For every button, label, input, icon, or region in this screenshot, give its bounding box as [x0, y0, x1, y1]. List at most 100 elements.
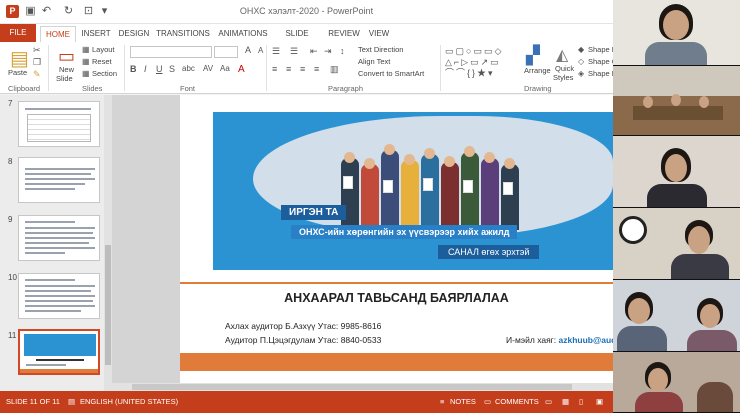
- tab-view[interactable]: VIEW: [364, 26, 394, 42]
- thumbnail-scrollbar[interactable]: [104, 95, 112, 391]
- participant-face: [688, 226, 710, 254]
- person-head: [464, 146, 475, 157]
- tab-home[interactable]: HOME: [40, 26, 76, 42]
- thumbnail-text-line: [25, 232, 93, 234]
- new-slide-icon[interactable]: ▭: [58, 46, 75, 67]
- strikethrough-icon[interactable]: abc: [182, 64, 195, 73]
- shape-outline-icon: ◇: [578, 57, 585, 66]
- language-status[interactable]: ENGLISH (UNITED STATES): [80, 397, 178, 406]
- participant-body: [617, 326, 667, 351]
- spellcheck-icon[interactable]: ▤: [68, 397, 75, 406]
- paste-button[interactable]: Paste: [8, 68, 27, 77]
- current-slide[interactable]: ИРГЭН ТА ОНХС-ийн хөрөнгийн эх үүсвэрээр…: [180, 95, 613, 383]
- slide-thumbnail-9[interactable]: [18, 215, 100, 261]
- participant-video-tile[interactable]: [613, 208, 740, 280]
- quick-styles-icon[interactable]: ◭: [556, 45, 568, 65]
- participant-video-tile[interactable]: [613, 136, 740, 208]
- align-center-icon[interactable]: ≡: [286, 64, 291, 74]
- increase-indent-icon[interactable]: ⇥: [324, 46, 332, 57]
- arrange-icon[interactable]: ▞: [526, 45, 540, 66]
- separator: [440, 45, 441, 91]
- banner-title: ИРГЭН ТА: [281, 205, 347, 220]
- new-slide-label-1[interactable]: New: [59, 65, 74, 74]
- numbering-icon[interactable]: ☰: [290, 46, 298, 57]
- thumbnail-text-line: [25, 108, 91, 110]
- editor-horizontal-scrollbar[interactable]: [112, 383, 613, 391]
- shadow-icon[interactable]: S: [169, 64, 175, 74]
- person-figure: [481, 158, 499, 230]
- slide-count: SLIDE 11 OF 11: [6, 397, 60, 406]
- change-case-icon[interactable]: Aa: [220, 64, 230, 73]
- bold-icon[interactable]: B: [130, 64, 137, 74]
- quick-styles-label-1[interactable]: Quick: [555, 64, 574, 73]
- character-spacing-icon[interactable]: AV: [203, 64, 213, 73]
- thumbnail-scrollbar-handle[interactable]: [105, 245, 111, 365]
- format-painter-icon[interactable]: ✎: [33, 69, 41, 80]
- layout-button[interactable]: Layout: [92, 45, 115, 54]
- columns-icon[interactable]: ▥: [330, 64, 339, 75]
- person-figure: [421, 154, 439, 230]
- title-bar: P ▣ ↶ ↻ ⊡ ▾ ОНХС хэлэлт-2020 - PowerPoin…: [0, 0, 613, 24]
- thumbnail-text-line: [25, 227, 95, 229]
- ribbon: ▤ Paste ✂ ❐ ✎ Clipboard ▭ New Slide ▦ La…: [0, 42, 618, 94]
- shapes-gallery[interactable]: ▭▢○▭▭◇ △⌐▷▭↗▭ ⌒⌒{}★▾: [445, 46, 519, 80]
- underline-icon[interactable]: U: [156, 64, 163, 74]
- participant-face: [699, 96, 709, 108]
- arrange-button[interactable]: Arrange: [524, 66, 551, 75]
- cut-icon[interactable]: ✂: [33, 45, 41, 56]
- copy-icon[interactable]: ❐: [33, 57, 41, 68]
- slide-sorter-icon[interactable]: ▦: [562, 397, 569, 406]
- section-button[interactable]: Section: [92, 69, 117, 78]
- person-head: [344, 152, 355, 163]
- reset-button[interactable]: Reset: [92, 57, 112, 66]
- align-left-icon[interactable]: ≡: [272, 64, 277, 74]
- tab-animations[interactable]: ANIMATIONS: [214, 26, 272, 42]
- thumbnail-number: 8: [8, 157, 13, 166]
- participant-video-tile[interactable]: [613, 352, 740, 413]
- normal-view-icon[interactable]: ▭: [545, 397, 552, 406]
- slide-thumbnail-8[interactable]: [18, 157, 100, 203]
- reading-view-icon[interactable]: ▯: [579, 397, 583, 406]
- new-slide-label-2[interactable]: Slide: [56, 74, 73, 83]
- section-icon: ▦: [82, 69, 90, 78]
- thumbnail-text-line: [25, 168, 95, 170]
- notes-button[interactable]: NOTES: [450, 397, 476, 406]
- font-family-dropdown[interactable]: [130, 46, 212, 58]
- decrease-font-icon[interactable]: A: [258, 46, 263, 55]
- slide-thumbnail-10[interactable]: [18, 273, 100, 319]
- bullets-icon[interactable]: ☰: [272, 46, 280, 57]
- meeting-table: [633, 106, 723, 120]
- participant-video-tile[interactable]: [613, 0, 740, 66]
- tab-file[interactable]: FILE: [0, 24, 36, 42]
- font-size-dropdown[interactable]: [214, 46, 238, 58]
- participant-video-tile[interactable]: [613, 66, 740, 136]
- tab-review[interactable]: REVIEW: [326, 26, 362, 42]
- slide-thumbnail-11[interactable]: [18, 329, 100, 375]
- increase-font-icon[interactable]: A: [245, 45, 251, 55]
- thumbnail-text-line: [25, 305, 95, 307]
- slide-thumbnail-7[interactable]: [18, 101, 100, 147]
- participant-video-tile[interactable]: [613, 280, 740, 352]
- line-spacing-icon[interactable]: ↕: [340, 46, 345, 56]
- align-text-button[interactable]: Align Text: [358, 57, 390, 66]
- decrease-indent-icon[interactable]: ⇤: [310, 46, 318, 57]
- person-figure: [401, 160, 419, 230]
- layout-icon: ▦: [82, 45, 90, 54]
- italic-icon[interactable]: I: [144, 64, 147, 74]
- tab-insert[interactable]: INSERT: [78, 26, 114, 42]
- paper-sheet: [343, 176, 353, 189]
- tab-transitions[interactable]: TRANSITIONS: [154, 26, 212, 42]
- quick-styles-label-2[interactable]: Styles: [553, 73, 573, 82]
- convert-smartart-button[interactable]: Convert to SmartArt: [358, 69, 424, 78]
- participant-face: [663, 10, 689, 40]
- tab-slide-show[interactable]: SLIDE SHOW: [274, 26, 320, 53]
- slideshow-view-icon[interactable]: ▣: [596, 397, 603, 406]
- tab-design[interactable]: DESIGN: [116, 26, 152, 42]
- font-color-icon[interactable]: A: [238, 64, 245, 75]
- editor-scrollbar-handle[interactable]: [132, 384, 572, 390]
- text-direction-button[interactable]: Text Direction: [358, 45, 403, 54]
- thumbnail-text-line: [26, 364, 66, 366]
- align-right-icon[interactable]: ≡: [300, 64, 305, 74]
- justify-icon[interactable]: ≡: [314, 64, 319, 74]
- comments-button[interactable]: COMMENTS: [495, 397, 539, 406]
